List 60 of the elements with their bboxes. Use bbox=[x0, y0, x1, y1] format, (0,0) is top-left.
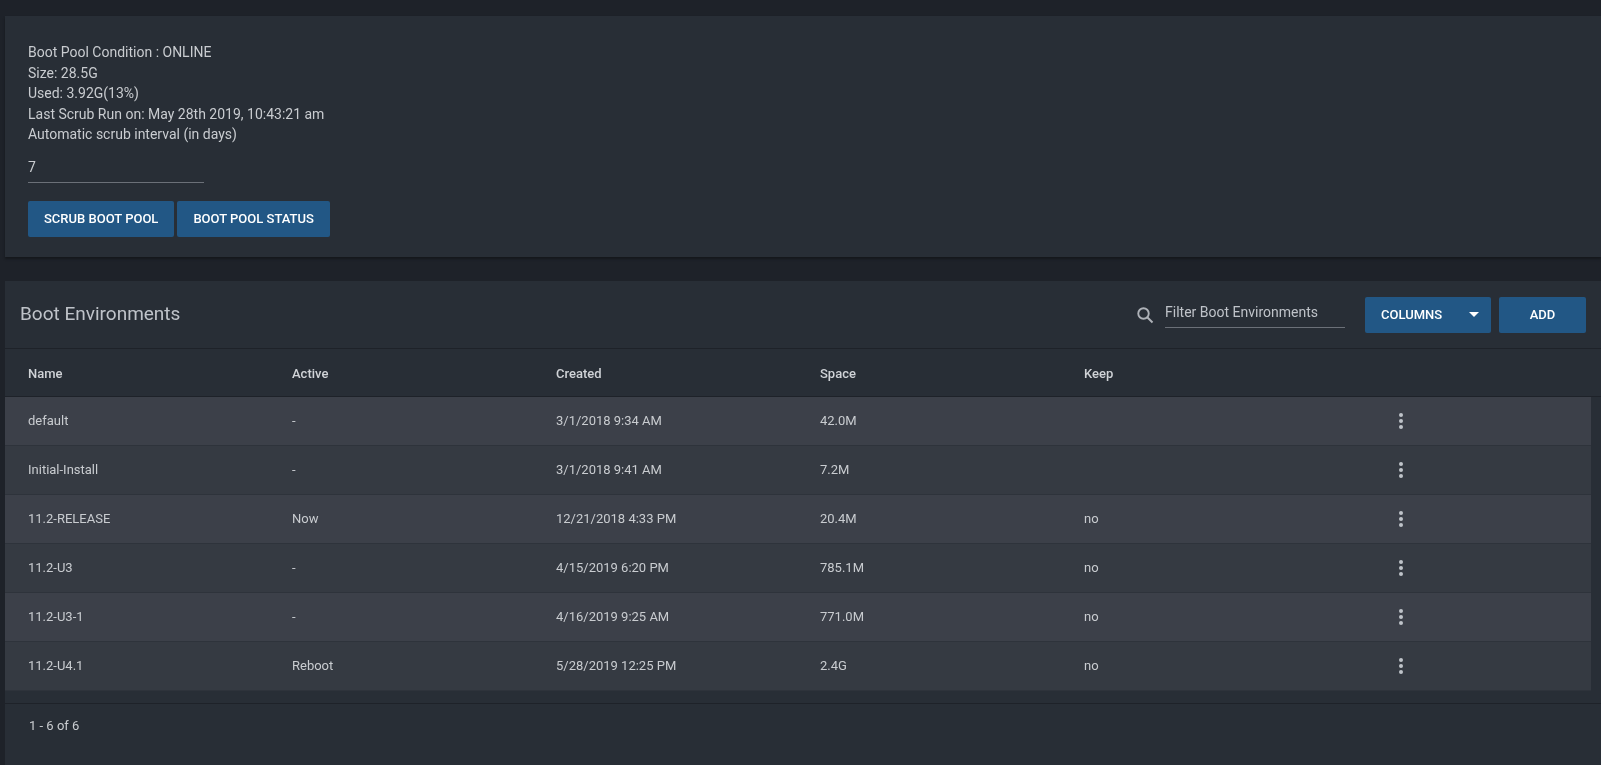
more-options-icon[interactable] bbox=[1399, 413, 1403, 429]
table-cell: 4/15/2019 6:20 PM bbox=[556, 560, 669, 576]
table-cell: - bbox=[292, 413, 296, 429]
table-cell: - bbox=[292, 609, 296, 625]
table-cell: - bbox=[292, 560, 296, 576]
info-text: Automatic scrub interval (in days) bbox=[28, 125, 238, 145]
info-text: Last Scrub Run on: May 28th 2019, 10:43:21 am bbox=[28, 104, 326, 124]
table-cell: Initial-Install bbox=[28, 462, 99, 478]
table-row[interactable]: Initial-Install - 3/1/2018 9:41 AM 7.2M bbox=[5, 446, 1591, 495]
column-header[interactable]: Space bbox=[820, 365, 856, 381]
interval-input-field[interactable]: 7 bbox=[28, 156, 204, 183]
table-row[interactable]: 11.2-U4.1 Reboot 5/28/2019 12:25 PM 2.4G no bbox=[5, 642, 1591, 691]
table-cell: 3/1/2018 9:41 AM bbox=[556, 462, 662, 478]
table-cell: 3/1/2018 9:34 AM bbox=[556, 413, 662, 429]
table-cell: 771.0M bbox=[820, 609, 864, 625]
pagination-text: 1 - 6 of 6 bbox=[29, 716, 80, 735]
table-cell: default bbox=[28, 413, 69, 429]
table-cell: Now bbox=[292, 511, 319, 527]
table-cell: no bbox=[1084, 511, 1099, 527]
table-cell: - bbox=[292, 462, 296, 478]
add-button[interactable]: ADD bbox=[1499, 296, 1586, 333]
info-text: Size: 28.5G bbox=[28, 63, 99, 83]
more-options-icon[interactable] bbox=[1399, 658, 1403, 674]
table-cell: Reboot bbox=[292, 658, 334, 674]
table-cell: 5/28/2019 12:25 PM bbox=[556, 658, 677, 674]
info-text: Boot Pool Condition : ONLINE bbox=[28, 43, 213, 62]
column-header[interactable]: Created bbox=[556, 365, 602, 381]
table-cell: 2.4G bbox=[820, 658, 847, 674]
table-cell: 12/21/2018 4:33 PM bbox=[556, 511, 677, 527]
table-cell: 42.0M bbox=[820, 413, 857, 429]
column-header[interactable]: Active bbox=[292, 365, 329, 381]
table-cell: no bbox=[1084, 609, 1099, 625]
search-icon bbox=[1136, 305, 1154, 324]
table-cell: 11.2-U4.1 bbox=[28, 658, 84, 674]
table-cell: 785.1M bbox=[820, 560, 864, 576]
more-options-icon[interactable] bbox=[1399, 560, 1403, 576]
table-row[interactable]: 11.2-U3 - 4/15/2019 6:20 PM 785.1M no bbox=[5, 544, 1591, 593]
card-title: Boot Environments bbox=[20, 301, 181, 328]
table-cell: 11.2-RELEASE bbox=[28, 511, 111, 527]
filter-input-field[interactable]: Filter Boot Environments bbox=[1165, 301, 1345, 328]
table-cell: 7.2M bbox=[820, 462, 850, 478]
table-cell: 11.2-U3 bbox=[28, 560, 73, 576]
column-header[interactable]: Keep bbox=[1084, 365, 1114, 381]
more-options-icon[interactable] bbox=[1399, 462, 1403, 478]
table-cell: 4/16/2019 9:25 AM bbox=[556, 609, 670, 625]
more-options-icon[interactable] bbox=[1399, 511, 1403, 527]
column-header[interactable]: Name bbox=[28, 365, 63, 381]
table-row[interactable]: default - 3/1/2018 9:34 AM 42.0M bbox=[5, 397, 1591, 446]
more-options-icon[interactable] bbox=[1399, 609, 1403, 625]
table-row[interactable]: 11.2-U3-1 - 4/16/2019 9:25 AM 771.0M no bbox=[5, 593, 1591, 642]
table-cell: no bbox=[1084, 560, 1099, 576]
columns-button[interactable]: COLUMNS bbox=[1365, 296, 1491, 333]
table-row[interactable]: 11.2-RELEASE Now 12/21/2018 4:33 PM 20.4M no bbox=[5, 495, 1591, 544]
table-cell: no bbox=[1084, 658, 1099, 674]
table-cell: 11.2-U3-1 bbox=[28, 609, 84, 625]
action-button[interactable]: SCRUB BOOT POOL bbox=[28, 200, 175, 237]
caret-icon bbox=[1469, 312, 1479, 317]
action-button[interactable]: BOOT POOL STATUS bbox=[177, 200, 330, 237]
info-text: Used: 3.92G(13%) bbox=[28, 84, 140, 104]
table-cell: 20.4M bbox=[820, 511, 857, 527]
